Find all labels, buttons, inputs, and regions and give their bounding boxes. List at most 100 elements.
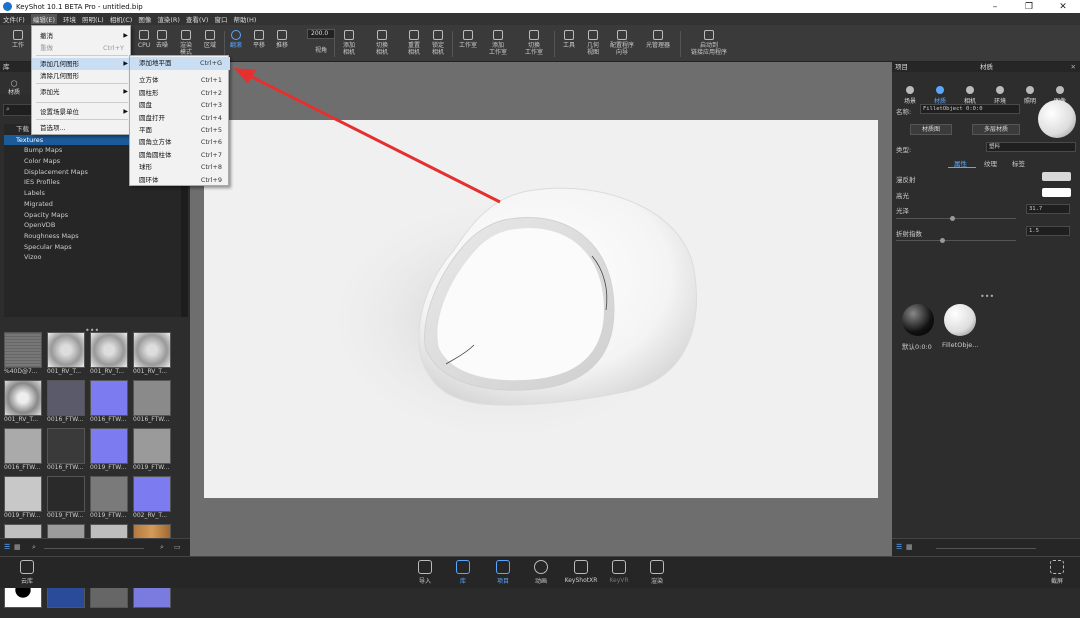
- roughness-input[interactable]: 31.7: [1026, 204, 1070, 214]
- zoom-in-icon[interactable]: ⌕: [160, 543, 164, 552]
- panel-splitter-handle[interactable]: •••: [980, 292, 994, 301]
- geometry-menu-item[interactable]: 平面 Ctrl+5: [130, 124, 230, 137]
- subtab-labels[interactable]: 标签: [1012, 158, 1025, 168]
- zoom-out-icon[interactable]: ⌕: [32, 543, 36, 552]
- library-tab-material[interactable]: ◯ 材质: [8, 80, 20, 96]
- texture-thumbnail[interactable]: 001_RV_T...: [4, 380, 44, 426]
- multi-material-button[interactable]: 多层材质: [972, 124, 1020, 135]
- menu-environment[interactable]: 环境: [63, 14, 76, 24]
- import-button[interactable]: 导入: [410, 559, 440, 587]
- texture-thumbnail[interactable]: %40D@7...: [4, 332, 44, 378]
- texture-thumbnail[interactable]: 0019_FTW...: [90, 476, 130, 522]
- subtab-textures[interactable]: 纹理: [984, 158, 997, 168]
- thumbnail-size-slider[interactable]: [936, 548, 1036, 549]
- menu-camera[interactable]: 相机(C): [110, 14, 133, 24]
- real-time-viewport[interactable]: [190, 62, 892, 556]
- edit-menu-item[interactable]: 撤消 ▶: [32, 30, 132, 42]
- project-tab-environment[interactable]: 环境: [986, 86, 1014, 105]
- toolbar-switch-studio[interactable]: 切换 工作室: [520, 28, 548, 60]
- geometry-menu-item[interactable]: 圆角立方体 Ctrl+6: [130, 136, 230, 149]
- tree-item[interactable]: Specular Maps: [4, 242, 184, 253]
- diffuse-color-swatch[interactable]: [1042, 172, 1071, 181]
- geometry-menu-item[interactable]: 圆盘打开 Ctrl+4: [130, 112, 230, 125]
- texture-thumbnail[interactable]: 0016_FTW...: [133, 380, 173, 426]
- texture-thumbnail[interactable]: 0016_FTW...: [90, 380, 130, 426]
- project-tab-lighting[interactable]: 照明: [1016, 86, 1044, 105]
- folder-icon[interactable]: ▭: [174, 543, 181, 551]
- list-view-icon[interactable]: ☰: [4, 543, 10, 551]
- toolbar-share-link[interactable]: 启动到 链接应用程序: [684, 28, 734, 60]
- toolbar-config-wizard[interactable]: 配置程序 向导: [606, 28, 638, 60]
- restore-icon[interactable]: ❐: [1012, 2, 1046, 12]
- toolbar-light-manager[interactable]: 光管理器: [642, 28, 674, 60]
- panel-close-icon[interactable]: ✕: [1071, 62, 1076, 72]
- tree-item[interactable]: Migrated: [4, 199, 184, 210]
- edit-menu-item[interactable]: 清除几何图形: [32, 70, 132, 82]
- geometry-menu-item[interactable]: 圆角圆柱体 Ctrl+7: [130, 149, 230, 162]
- texture-thumbnail[interactable]: 0019_FTW...: [133, 428, 173, 474]
- cloud-library-button[interactable]: 云库: [12, 559, 42, 587]
- menu-view[interactable]: 查看(V): [186, 14, 209, 24]
- material-name-input[interactable]: FilletObject 0:0:0: [920, 104, 1020, 114]
- edit-menu-item[interactable]: 添加光 ▶: [32, 86, 132, 98]
- menu-help[interactable]: 帮助(H): [233, 14, 256, 24]
- render-button[interactable]: 渲染: [642, 559, 672, 587]
- close-icon[interactable]: ✕: [1046, 2, 1080, 12]
- edit-menu-item[interactable]: 设置场景单位 ▶: [32, 106, 132, 118]
- menu-render[interactable]: 渲染(R): [157, 14, 180, 24]
- texture-thumbnail[interactable]: 0016_FTW...: [47, 380, 87, 426]
- animation-button[interactable]: 动画: [526, 559, 556, 587]
- material-thumb-default[interactable]: [902, 304, 934, 336]
- project-tab-material[interactable]: 材质: [926, 86, 954, 105]
- fov-input[interactable]: 200.0: [307, 29, 335, 39]
- keyshotxr-button[interactable]: KeyShotXR: [562, 559, 600, 587]
- list-view-icon[interactable]: ☰: [896, 543, 902, 551]
- project-tab-camera[interactable]: 相机: [956, 86, 984, 105]
- tree-item[interactable]: Labels: [4, 188, 184, 199]
- geometry-menu-item[interactable]: 球形 Ctrl+8: [130, 161, 230, 174]
- grid-view-icon[interactable]: ▦: [906, 543, 913, 551]
- minimize-icon[interactable]: –: [978, 2, 1012, 12]
- toolbar-studio[interactable]: 工作室: [454, 28, 482, 60]
- roughness-slider-knob[interactable]: [950, 216, 955, 221]
- geometry-menu-item[interactable]: 添加地平面 Ctrl+G: [130, 57, 230, 70]
- menu-edit[interactable]: 编辑(E): [30, 14, 57, 24]
- library-button[interactable]: 库: [448, 559, 478, 587]
- texture-thumbnail[interactable]: 0019_FTW...: [47, 476, 87, 522]
- ior-slider-knob[interactable]: [940, 238, 945, 243]
- specular-color-swatch[interactable]: [1042, 188, 1071, 197]
- edit-menu-item[interactable]: 首选项...: [32, 122, 132, 134]
- grid-view-icon[interactable]: ▦: [14, 543, 21, 551]
- keyvr-button[interactable]: KeyVR: [604, 559, 634, 587]
- roughness-slider[interactable]: [896, 218, 1016, 219]
- menu-image[interactable]: 图像: [138, 14, 151, 24]
- toolbar-lock-camera[interactable]: 锁定 相机: [424, 28, 452, 60]
- texture-thumbnail[interactable]: 001_RV_T...: [133, 332, 173, 378]
- edit-menu-item[interactable]: 重做 Ctrl+Y: [32, 42, 132, 54]
- geometry-menu-item[interactable]: 圆环体 Ctrl+9: [130, 174, 230, 187]
- tree-item[interactable]: Vizoo: [4, 252, 184, 263]
- screenshot-button[interactable]: 截屏: [1042, 559, 1072, 587]
- tree-item[interactable]: OpenVDB: [4, 220, 184, 231]
- ior-input[interactable]: 1.5: [1026, 226, 1070, 236]
- texture-thumbnail[interactable]: 0016_FTW...: [4, 428, 44, 474]
- edit-menu-item[interactable]: 添加几何图形 ▶: [32, 58, 132, 70]
- texture-thumbnail[interactable]: 0016_FTW...: [47, 428, 87, 474]
- texture-thumbnail[interactable]: 0019_FTW...: [4, 476, 44, 522]
- material-type-select[interactable]: 塑料: [986, 142, 1076, 152]
- texture-thumbnail[interactable]: 0019_FTW...: [90, 428, 130, 474]
- menu-window[interactable]: 窗口: [214, 14, 227, 24]
- geometry-menu-item[interactable]: 圆柱形 Ctrl+2: [130, 87, 230, 100]
- toolbar-add-camera[interactable]: 添加 相机: [335, 28, 363, 60]
- texture-thumbnail[interactable]: 001_RV_T...: [90, 332, 130, 378]
- workspace-button[interactable]: 工作: [4, 28, 32, 60]
- menu-lighting[interactable]: 照明(L): [82, 14, 104, 24]
- project-tab-scene[interactable]: 场景: [896, 86, 924, 105]
- material-graph-button[interactable]: 材质图: [910, 124, 952, 135]
- texture-thumbnail[interactable]: 002_RV_T...: [133, 476, 173, 522]
- material-thumb-fillet[interactable]: [944, 304, 976, 336]
- toolbar-geometry-view[interactable]: 几何 视图: [579, 28, 607, 60]
- toolbar-add-studio[interactable]: 添加 工作室: [484, 28, 512, 60]
- geometry-menu-item[interactable]: 立方体 Ctrl+1: [130, 74, 230, 87]
- tree-item[interactable]: Opacity Maps: [4, 210, 184, 221]
